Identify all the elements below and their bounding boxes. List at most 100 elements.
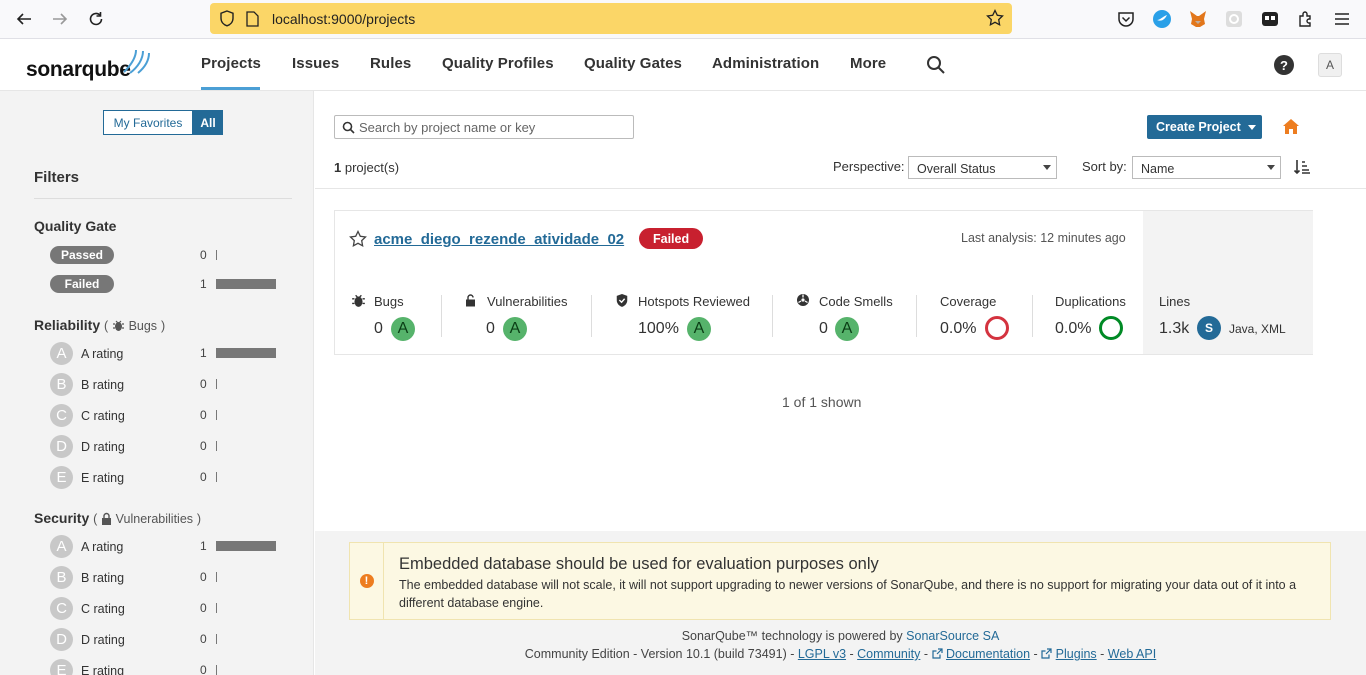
filter-bar <box>216 665 217 675</box>
vulnerabilities-rating[interactable]: A <box>503 317 527 341</box>
filter-passed[interactable]: Passed 0 <box>50 244 280 266</box>
filter-bar <box>216 441 217 451</box>
filter-rating-d[interactable]: D D rating 0 <box>50 435 280 458</box>
community-link[interactable]: Community <box>857 647 920 661</box>
bugs-value[interactable]: 0 <box>374 320 383 338</box>
extension-bird-icon[interactable] <box>1151 8 1173 30</box>
nav-more[interactable]: More <box>850 55 886 72</box>
top-navigation: sonarqube Projects Issues Rules Quality … <box>0 39 1366 91</box>
chevron-down-icon <box>1267 165 1275 170</box>
sonarqube-logo[interactable]: sonarqube <box>26 48 156 82</box>
project-search-input[interactable]: Search by project name or key <box>334 115 634 139</box>
shield-icon <box>219 10 235 27</box>
filter-failed[interactable]: Failed 1 <box>50 273 280 295</box>
sonarsource-link[interactable]: SonarSource SA <box>906 629 999 643</box>
url-bar[interactable]: localhost:9000/projects <box>210 3 1012 34</box>
filter-bar <box>216 541 276 551</box>
filter-count: 1 <box>200 539 207 553</box>
divider <box>772 295 773 337</box>
bookmark-star-icon[interactable] <box>986 9 1004 27</box>
divider <box>1032 295 1033 337</box>
lock-icon <box>466 294 475 307</box>
sort-label: Sort by: <box>1082 159 1127 174</box>
nav-rules[interactable]: Rules <box>370 55 411 72</box>
rating-letter: D <box>50 628 73 651</box>
help-icon[interactable]: ? <box>1274 55 1294 75</box>
rating-label: E rating <box>81 471 125 485</box>
container-icon[interactable] <box>1259 8 1281 30</box>
project-name-link[interactable]: acme_diego_rezende_atividade_02 <box>374 231 624 248</box>
nav-quality-profiles[interactable]: Quality Profiles <box>442 55 554 72</box>
create-project-button[interactable]: Create Project <box>1147 115 1262 139</box>
vulnerabilities-value[interactable]: 0 <box>486 320 495 338</box>
url-text[interactable]: localhost:9000/projects <box>272 11 415 27</box>
sort-direction-icon[interactable] <box>1293 158 1311 176</box>
nav-quality-gates[interactable]: Quality Gates <box>584 55 682 72</box>
vulnerabilities-label[interactable]: Vulnerabilities <box>487 294 567 309</box>
reload-icon[interactable] <box>85 8 107 30</box>
back-icon[interactable] <box>13 8 35 30</box>
filter-rating-e[interactable]: E E rating 0 <box>50 659 280 675</box>
filter-rating-d[interactable]: D D rating 0 <box>50 628 280 651</box>
filter-bar <box>216 472 217 482</box>
filter-rating-a[interactable]: A A rating 1 <box>50 535 280 558</box>
hotspots-rating[interactable]: A <box>687 317 711 341</box>
footer-edition: Community Edition - Version 10.1 (build … <box>524 647 1157 661</box>
lgpl-link[interactable]: LGPL v3 <box>798 647 846 661</box>
coverage-label[interactable]: Coverage <box>940 294 996 309</box>
hotspots-value[interactable]: 100% <box>638 320 679 338</box>
browser-toolbar: localhost:9000/projects <box>0 0 1366 39</box>
extension-puzzle-grey-icon[interactable] <box>1223 8 1245 30</box>
bugs-label[interactable]: Bugs <box>374 294 404 309</box>
web-api-link[interactable]: Web API <box>1108 647 1156 661</box>
rating-label: B rating <box>81 378 125 392</box>
rating-label: B rating <box>81 571 125 585</box>
rating-label: D rating <box>81 633 125 647</box>
search-icon[interactable] <box>926 55 946 75</box>
all-button[interactable]: All <box>193 110 223 135</box>
menu-hamburger-icon[interactable] <box>1331 8 1353 30</box>
filter-rating-c[interactable]: C C rating 0 <box>50 404 280 427</box>
extensions-puzzle-icon[interactable] <box>1295 8 1317 30</box>
external-link-icon <box>931 648 943 659</box>
sort-select[interactable]: Name <box>1132 156 1281 179</box>
duplications-value[interactable]: 0.0% <box>1055 320 1091 338</box>
rating-letter: C <box>50 404 73 427</box>
hotspots-label[interactable]: Hotspots Reviewed <box>638 294 750 309</box>
nav-projects[interactable]: Projects <box>201 55 261 72</box>
project-card: acme_diego_rezende_atividade_02 Failed L… <box>334 210 1313 355</box>
pocket-icon[interactable] <box>1115 8 1137 30</box>
duplications-label[interactable]: Duplications <box>1055 294 1126 309</box>
nav-issues[interactable]: Issues <box>292 55 339 72</box>
bugs-rating[interactable]: A <box>391 317 415 341</box>
favorite-star-icon[interactable] <box>349 230 367 248</box>
filter-count: 0 <box>200 439 207 453</box>
rating-label: C rating <box>81 602 125 616</box>
rating-label: C rating <box>81 409 125 423</box>
avatar[interactable]: A <box>1318 53 1342 77</box>
search-icon <box>342 121 355 134</box>
documentation-link[interactable]: Documentation <box>946 647 1030 661</box>
project-count: 1 project(s) <box>334 160 400 175</box>
coverage-value[interactable]: 0.0% <box>940 320 976 338</box>
code-smells-value[interactable]: 0 <box>819 320 828 338</box>
chevron-down-icon <box>1247 124 1256 130</box>
code-smells-label[interactable]: Code Smells <box>819 294 893 309</box>
forward-icon[interactable] <box>49 8 71 30</box>
plugins-link[interactable]: Plugins <box>1056 647 1097 661</box>
rating-label: A rating <box>81 347 124 361</box>
code-smells-rating[interactable]: A <box>835 317 859 341</box>
rating-letter: C <box>50 597 73 620</box>
filter-count: 0 <box>200 570 207 584</box>
my-favorites-button[interactable]: My Favorites <box>103 110 193 135</box>
shown-count: 1 of 1 shown <box>782 394 862 410</box>
home-icon[interactable] <box>1282 118 1300 135</box>
filter-rating-a[interactable]: A A rating 1 <box>50 342 280 365</box>
perspective-select[interactable]: Overall Status <box>908 156 1057 179</box>
nav-administration[interactable]: Administration <box>712 55 819 72</box>
filter-rating-b[interactable]: B B rating 0 <box>50 373 280 396</box>
metamask-fox-icon[interactable] <box>1187 8 1209 30</box>
filter-rating-b[interactable]: B B rating 0 <box>50 566 280 589</box>
filter-rating-c[interactable]: C C rating 0 <box>50 597 280 620</box>
filter-rating-e[interactable]: E E rating 0 <box>50 466 280 489</box>
